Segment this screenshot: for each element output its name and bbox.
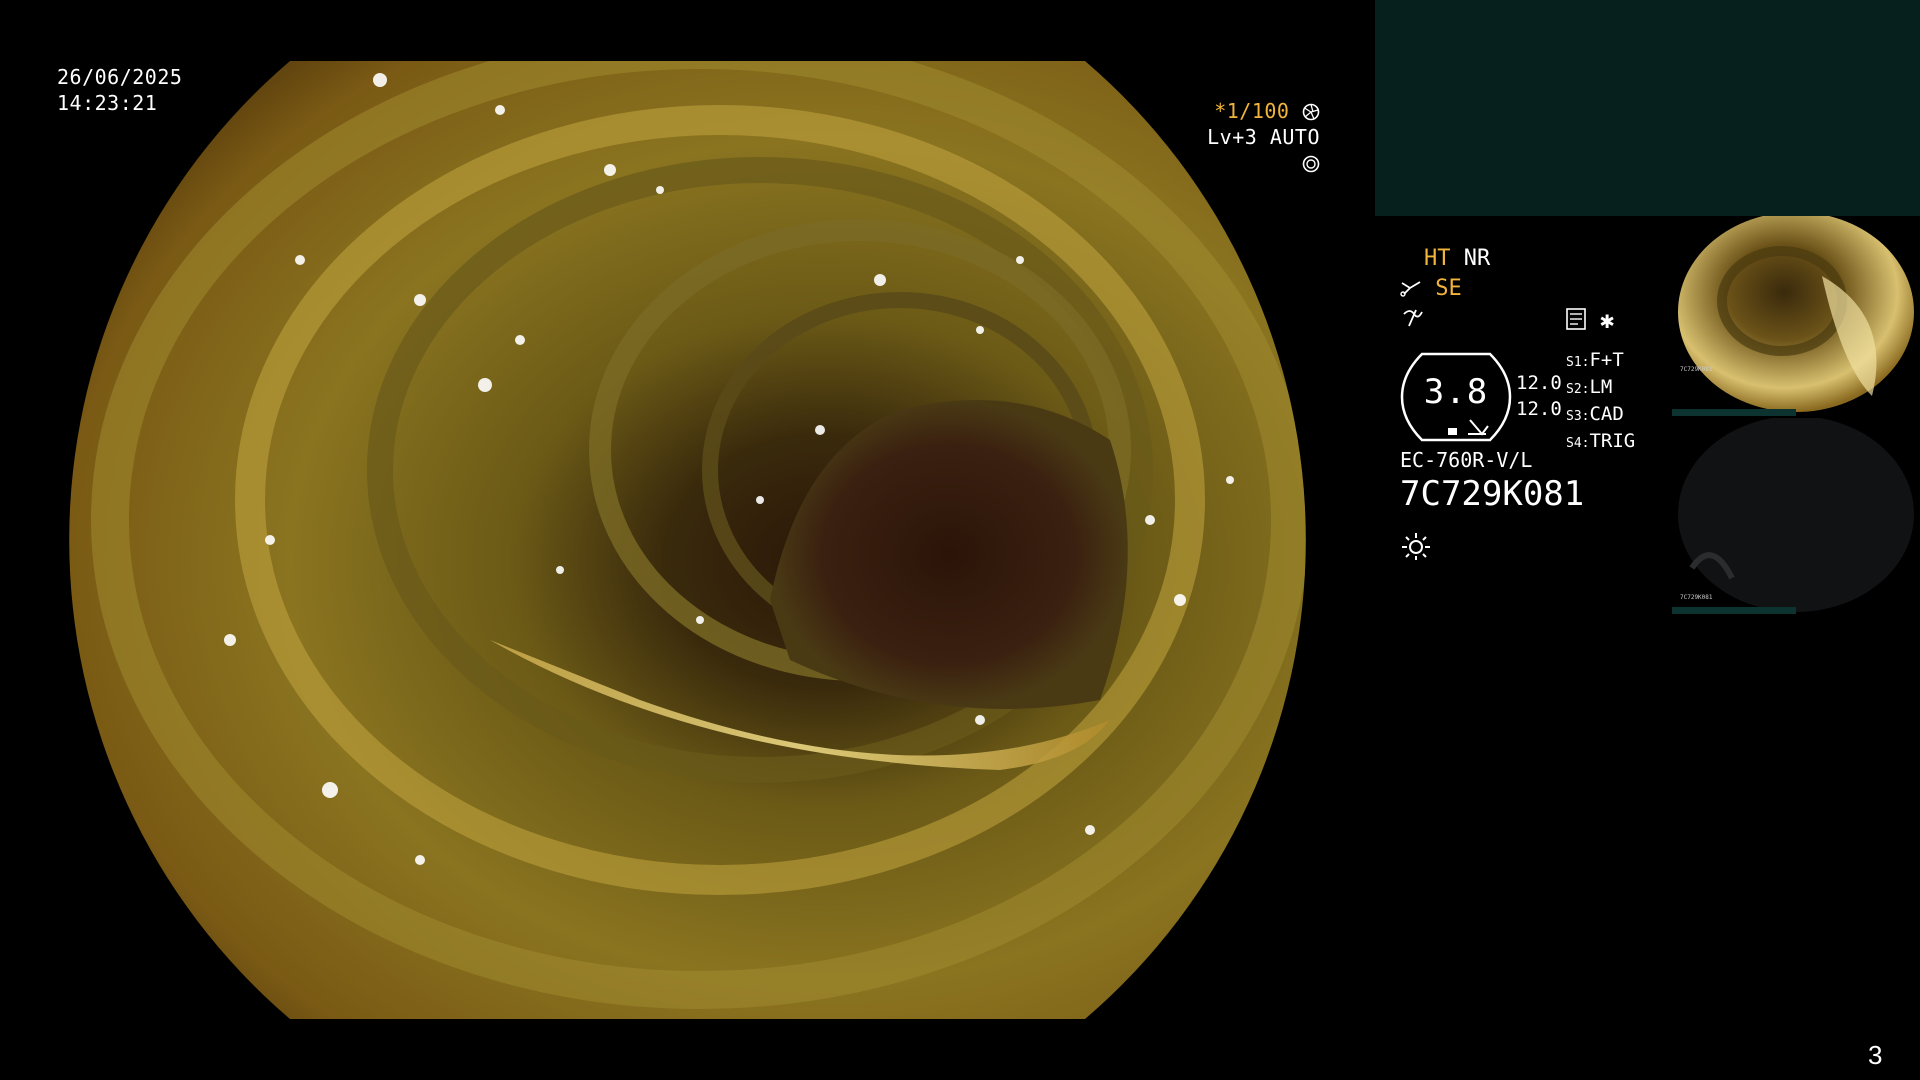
se-mode: SE	[1435, 276, 1462, 301]
nr-mode: NR	[1463, 246, 1491, 271]
thumbnail-2[interactable]: 7C729K081	[1672, 418, 1920, 614]
time-label: 14:23:21	[57, 91, 158, 115]
zoom-value: 3.8	[1423, 372, 1489, 412]
exposure-info: *1/100 Lv+3 AUTO	[1180, 98, 1320, 176]
reading-1: 12.0	[1516, 372, 1562, 394]
scope-model: EC-760R-V/L	[1400, 448, 1533, 472]
ht-mode: HT	[1424, 246, 1451, 271]
reading-2: 12.0	[1516, 398, 1562, 420]
timestamp: 26/06/2025 14:23:21	[57, 64, 182, 116]
switch-row: S2:LM	[1566, 376, 1613, 398]
switch-row: S1:F+T	[1566, 349, 1624, 371]
se-indicator: SE	[1400, 274, 1462, 304]
thumbnail-code: 7C729K081	[1680, 594, 1713, 601]
asterisk-icon: ✱	[1600, 306, 1615, 334]
aperture-icon	[1302, 103, 1320, 121]
switch-row: S3:CAD	[1566, 403, 1624, 425]
scope-serial: 7C729K081	[1400, 474, 1585, 514]
thumbnail-1[interactable]: 7C729K081	[1672, 216, 1920, 416]
document-icon	[1566, 308, 1586, 330]
thumbnail-code: 7C729K081	[1680, 366, 1713, 373]
switch-list: S1:F+T S2:LM S3:CAD S4:TRIG	[1566, 348, 1635, 456]
iris-icon	[1302, 155, 1320, 173]
zigzag-icon	[1403, 309, 1423, 327]
mode-indicators: HT NR	[1424, 244, 1490, 274]
info-panel	[1375, 0, 1920, 216]
scissors-icon	[1400, 281, 1421, 297]
page-number: 3	[1868, 1040, 1883, 1070]
thumbnail-image	[1678, 216, 1914, 412]
shutter-label: *1/100	[1214, 99, 1290, 123]
level-label: Lv+3 AUTO	[1207, 125, 1320, 149]
sun-icon	[1402, 533, 1430, 560]
thumbnail-bar	[1672, 409, 1796, 416]
endoscope-view	[69, 61, 1306, 1019]
readings: 12.0 12.0	[1516, 370, 1562, 422]
switch-row: S4:TRIG	[1566, 430, 1636, 452]
date-label: 26/06/2025	[57, 65, 183, 89]
thumbnail-image	[1678, 418, 1914, 612]
thumbnail-bar	[1672, 607, 1796, 614]
